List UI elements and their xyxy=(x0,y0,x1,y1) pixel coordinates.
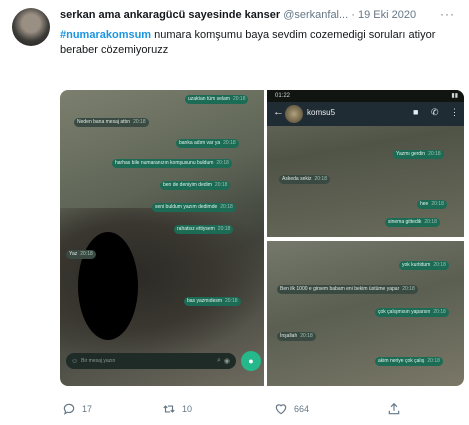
tweet-media[interactable]: uzaktan tüm selam 20:18 Neden bana mesaj … xyxy=(60,90,464,386)
tweet-text: #numarakomsum numara komşumu baya sevdim… xyxy=(60,28,455,58)
chat-app-bar: ← komsu5 ■ ✆ ⋮ xyxy=(267,102,464,126)
like-icon xyxy=(275,404,287,415)
share-button[interactable] xyxy=(387,402,401,416)
message-input[interactable]: ☺ Bir mesaj yazın ⌕ ◉ xyxy=(66,353,236,369)
chat-bubble: Askeda sekiz 20:18 xyxy=(279,175,330,184)
back-arrow-icon[interactable]: ← xyxy=(273,106,284,118)
chat-bubble: uzaktan tüm selam 20:18 xyxy=(185,95,249,104)
hashtag-link[interactable]: #numarakomsum xyxy=(60,29,151,41)
redacted-face xyxy=(78,232,138,340)
reply-icon xyxy=(63,403,75,415)
attach-icon[interactable]: ⌕ xyxy=(217,357,221,365)
contact-name[interactable]: komsu5 xyxy=(307,108,335,117)
like-count: 664 xyxy=(294,404,310,414)
reply-button[interactable]: 17 xyxy=(62,402,92,416)
menu-dots-icon[interactable]: ⋮ xyxy=(450,107,459,118)
chat-bubble: Ben ilk 1000 e girsem babam eni bekim üs… xyxy=(277,285,418,294)
chat-bubble: rahatsız ettiysem 20:18 xyxy=(174,225,234,234)
video-call-icon[interactable]: ■ xyxy=(413,107,418,117)
status-time: 01:22 xyxy=(275,93,291,99)
status-bar: 01:22 ▮▮ xyxy=(267,90,464,102)
camera-icon[interactable]: ◉ xyxy=(224,357,230,365)
tweet-header: serkan ama ankaragücü sayesinde kanser @… xyxy=(60,9,416,21)
emoji-icon[interactable]: ☺ xyxy=(71,358,78,365)
chat-screenshot-right-top[interactable]: 01:22 ▮▮ ← komsu5 ■ ✆ ⋮ Yazmı gerdin 20:1… xyxy=(267,90,464,237)
user-handle[interactable]: @serkanfal... xyxy=(283,9,348,21)
tweet-actions: 17 10 664 xyxy=(62,402,462,420)
chat-bubble: harhas bile numaranızın komşusunu buldum… xyxy=(112,159,232,168)
like-button[interactable]: 664 xyxy=(274,402,309,416)
more-options-icon[interactable]: ··· xyxy=(440,7,455,21)
chat-bubble: ben de deniyim dedim 20:18 xyxy=(160,181,231,190)
retweet-button[interactable]: 10 xyxy=(162,402,192,416)
chat-bubble: Neden bana mesaj attın 20:18 xyxy=(74,118,149,127)
chat-bubble: Yaz 20:18 xyxy=(66,250,96,259)
chat-screenshot-left[interactable]: uzaktan tüm selam 20:18 Neden bana mesaj … xyxy=(60,90,264,386)
chat-bubble: Yazmı gerdin 20:18 xyxy=(393,150,444,159)
separator-dot: · xyxy=(351,9,355,21)
retweet-count: 10 xyxy=(182,404,193,414)
display-name[interactable]: serkan ama ankaragücü sayesinde kanser xyxy=(60,9,280,21)
tweet-card[interactable]: serkan ama ankaragücü sayesinde kanser @… xyxy=(0,0,469,425)
chat-bubble: çok çalışmısın yaparsın 20:18 xyxy=(375,308,449,317)
chat-screenshot-right-bottom[interactable]: yok kurtidum 20:18 Ben ilk 1000 e girsem … xyxy=(267,241,464,386)
chat-bubble: İnşallah 20:18 xyxy=(277,332,316,341)
retweet-icon xyxy=(163,405,175,413)
tweet-date[interactable]: 19 Eki 2020 xyxy=(358,9,416,21)
chat-bubble: yok kurtidum 20:18 xyxy=(399,261,449,270)
chat-bubble: akim neriye çok çalış 20:18 xyxy=(375,357,443,366)
battery-icon: ▮▮ xyxy=(451,93,458,99)
chat-bubble: sinema gittedik 20:18 xyxy=(385,218,440,227)
contact-avatar[interactable] xyxy=(285,105,303,123)
message-placeholder: Bir mesaj yazın xyxy=(81,358,116,364)
phone-icon[interactable]: ✆ xyxy=(431,107,439,118)
share-icon xyxy=(388,402,400,415)
chat-bubble: banka adım var ya 20:18 xyxy=(176,139,239,148)
avatar[interactable] xyxy=(12,8,50,46)
chat-bubble: seni buldum yazım dedimde 20:18 xyxy=(152,203,236,212)
mic-icon[interactable]: ● xyxy=(241,351,261,371)
chat-bubble: hee 20:18 xyxy=(417,200,447,209)
reply-count: 17 xyxy=(82,404,93,414)
chat-bubble: bas yazmıdesm 20:18 xyxy=(184,297,241,306)
